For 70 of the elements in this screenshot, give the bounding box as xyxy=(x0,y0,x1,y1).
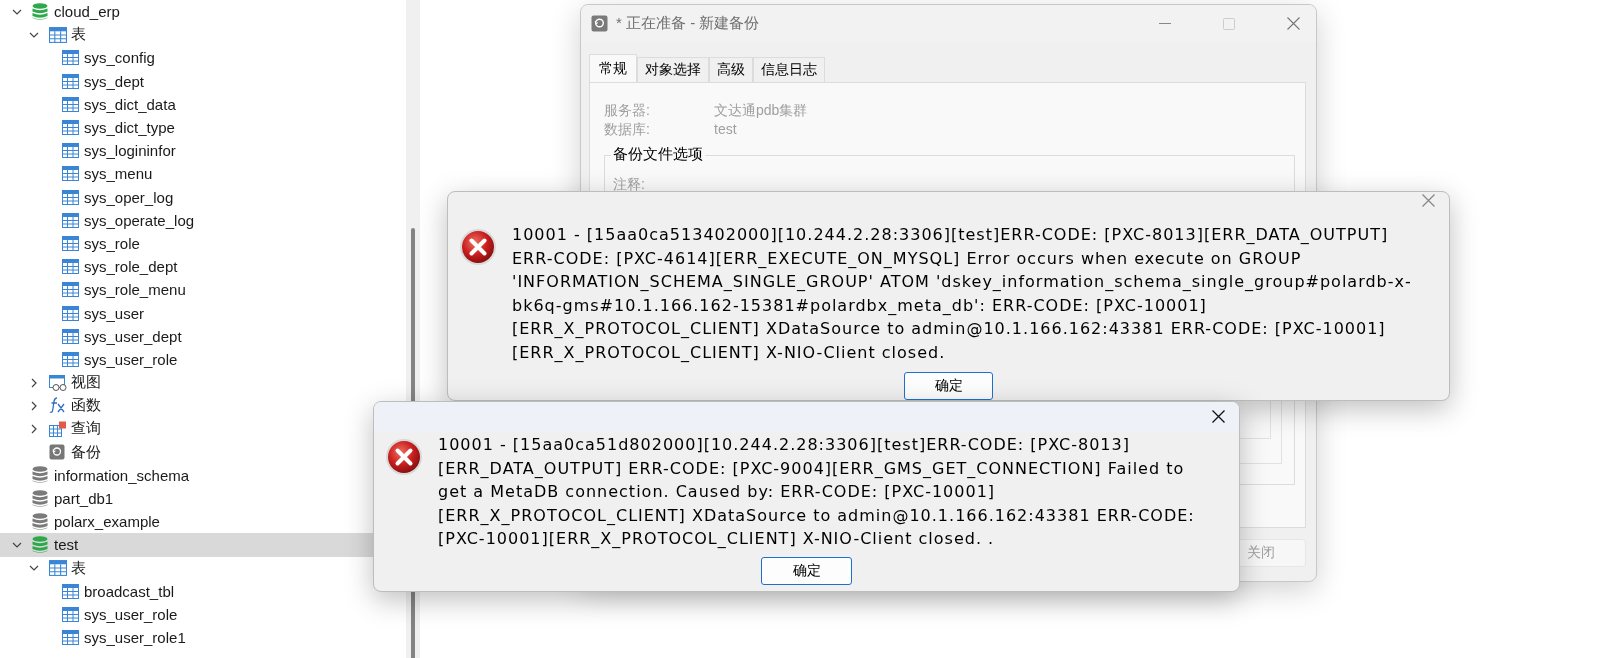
tree-item[interactable]: 视图 xyxy=(0,371,402,395)
tree-item[interactable]: sys_config xyxy=(0,46,402,70)
field-label: 数据库: xyxy=(604,120,651,139)
error-icon xyxy=(385,438,423,476)
table-icon xyxy=(62,305,79,321)
tree-item[interactable]: polarx_example xyxy=(0,510,402,534)
table-icon xyxy=(62,606,79,622)
table-icon xyxy=(62,189,79,205)
field-label: 注释: xyxy=(613,176,645,192)
tree-item[interactable]: sys_dept xyxy=(0,69,402,93)
table-icon xyxy=(62,583,79,599)
view-icon xyxy=(49,374,67,391)
tree-item[interactable]: broadcast_tbl xyxy=(0,579,402,603)
minimize-icon[interactable] xyxy=(1159,22,1171,25)
backup-icon xyxy=(591,15,608,32)
tree-item[interactable]: sys_logininfor xyxy=(0,139,402,163)
backup-icon xyxy=(49,444,65,461)
table-icon xyxy=(62,212,79,228)
ok-button[interactable]: 确定 xyxy=(761,556,852,585)
error-message: 10001 - [15aa0ca513402000][10.244.2.28:3306][test]ERR-CODE: [PXC-8013][ERR_DATA_OUTPUT] ERR-CODE: [PXC-4614][ERR_EXECUTE_ON_MYSQL] Error occurs when execute on GROUP 'INFORMATION_SCHEMA_SINGLE_GROUP' ATOM 'dskey_information_schema_single_group#polardb-x-bk6q-gms#10.1.166.162-15381#polardbx_meta_db': ERR-CODE: [PXC-10001][ERR_X_PROTOCOL_CLIENT] XDataSource to admin@10.1.166.162:43381 ERR-CODE: [PXC-10001][ERR_X_PROTOCOL_CLIENT] X-NIO-Client closed. xyxy=(512,224,1413,364)
group-title: 备份文件选项 xyxy=(611,145,705,164)
table-icon xyxy=(62,96,79,112)
tree-item[interactable]: sys_user_dept xyxy=(0,324,402,348)
table-icon xyxy=(62,235,79,251)
tables-icon xyxy=(49,560,67,577)
tree-item[interactable]: 表 xyxy=(0,23,402,47)
table-icon xyxy=(62,120,79,136)
tab[interactable]: 高级 xyxy=(709,57,753,82)
field-value: test xyxy=(714,120,738,139)
tree-item[interactable]: 表 xyxy=(0,556,402,580)
tree-item[interactable]: sys_user xyxy=(0,301,402,325)
tree-item[interactable]: 函数 xyxy=(0,394,402,418)
tree-item[interactable]: sys_user_role xyxy=(0,602,402,627)
tree-item[interactable]: cloud_erp xyxy=(0,0,402,24)
table-icon xyxy=(62,282,79,298)
field-label: 服务器: xyxy=(604,101,651,120)
table-icon xyxy=(62,73,79,89)
table-icon xyxy=(62,143,79,159)
function-icon xyxy=(49,396,67,415)
tab[interactable]: 对象选择 xyxy=(637,57,709,82)
field-value: 文达通pdb集群 xyxy=(714,101,809,120)
table-icon xyxy=(62,166,79,182)
tree-item[interactable]: sys_role xyxy=(0,231,402,256)
tree-item[interactable]: sys_user_role1 xyxy=(0,626,402,650)
tree-item[interactable]: sys_oper_log xyxy=(0,185,402,209)
query-icon xyxy=(49,420,67,437)
tree-item[interactable]: sys_operate_log xyxy=(0,208,402,232)
tree-item[interactable]: sys_role_dept xyxy=(0,255,402,279)
table-icon xyxy=(62,328,79,344)
tree-item[interactable]: sys_dict_data xyxy=(0,92,402,116)
error-message: 10001 - [15aa0ca51d802000][10.244.2.28:3306][test]ERR-CODE: [PXC-8013][ERR_DATA_OUTPUT] ERR-CODE: [PXC-9004][ERR_GMS_GET_CONNECTION] Failed to get a MetaDB connection. Caused by: ERR-CODE: [PXC-10001][ERR_X_PROTOCOL_CLIENT] XDataSource to admin@10.1.166.162:43381 ERR-CODE: [PXC-10001][ERR_X_PROTOCOL_CLIENT] X-NIO-Client closed. . xyxy=(438,434,1196,550)
tree-item[interactable]: 备份 xyxy=(0,440,402,464)
error-icon xyxy=(459,228,497,266)
tree-item[interactable]: information_schema xyxy=(0,463,402,487)
tree-item[interactable]: sys_dict_type xyxy=(0,115,402,140)
tree-item[interactable]: sys_role_menu xyxy=(0,278,402,302)
table-icon xyxy=(62,259,79,275)
tree-item[interactable]: sys_menu xyxy=(0,162,402,186)
tab[interactable]: 信息日志 xyxy=(753,57,825,82)
table-icon xyxy=(62,630,79,646)
tree-item[interactable]: sys_user_role xyxy=(0,347,402,371)
table-icon xyxy=(62,50,79,66)
tree-item[interactable]: 查询 xyxy=(0,417,402,441)
tables-icon xyxy=(49,26,67,43)
table-icon xyxy=(62,351,79,367)
tab[interactable]: 常规 xyxy=(589,54,637,82)
tree-item[interactable]: part_db1 xyxy=(0,486,402,511)
ok-button[interactable]: 确定 xyxy=(904,372,993,400)
window-title: * 正在准备 - 新建备份 xyxy=(616,14,761,33)
close-icon[interactable] xyxy=(1212,410,1225,423)
